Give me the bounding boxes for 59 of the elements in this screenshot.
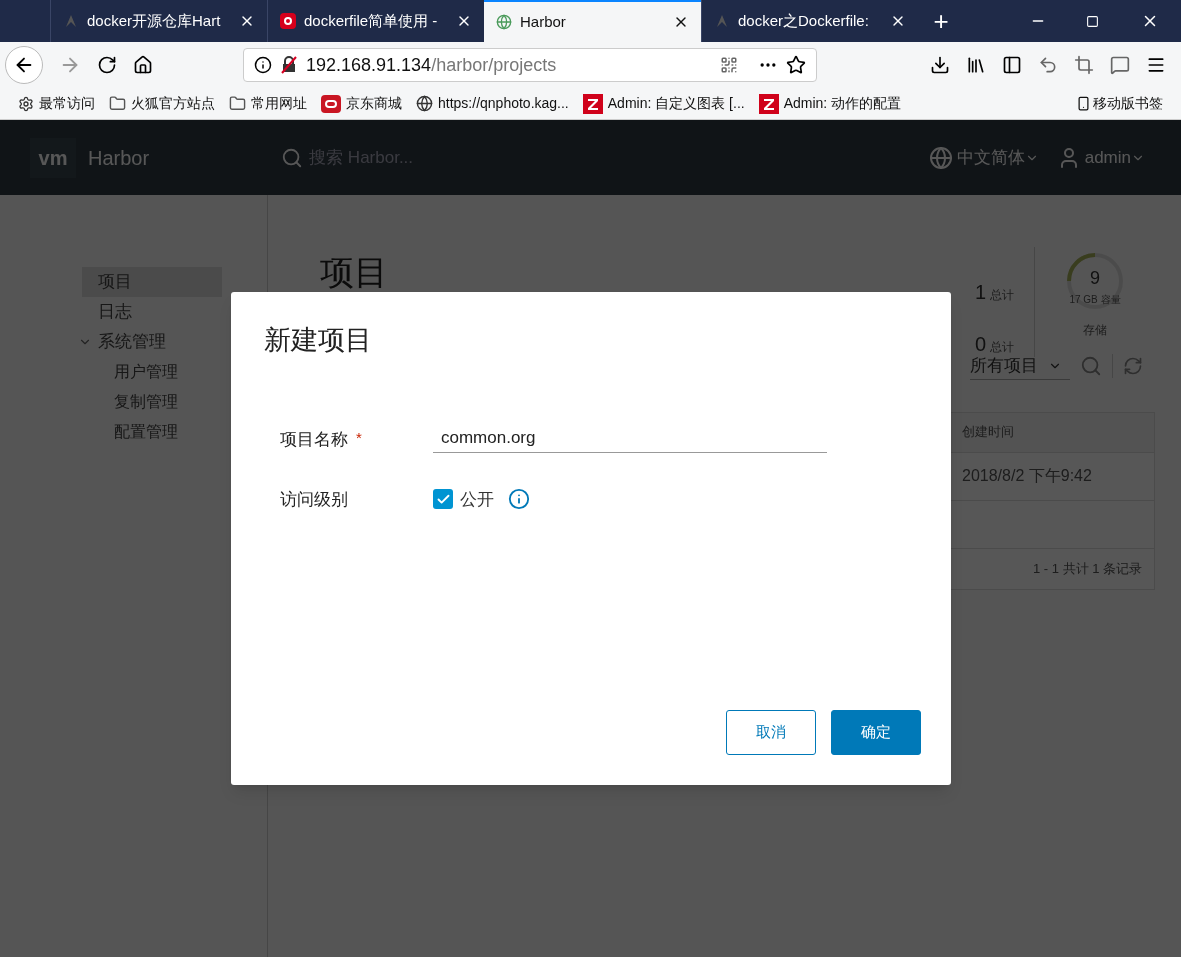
app-name: Harbor — [88, 145, 150, 171]
new-tab-button[interactable]: + — [921, 0, 961, 42]
checkbox-label: 公开 — [460, 488, 494, 511]
reload-icon[interactable] — [97, 55, 117, 75]
phone-icon — [1076, 96, 1091, 111]
bookmark-item[interactable]: 火狐官方站点 — [131, 93, 215, 114]
globe-icon — [496, 14, 512, 30]
bookmark-item[interactable]: https://qnphoto.kag... — [438, 93, 569, 114]
stat-value: 1 — [974, 280, 986, 305]
store-logo-icon — [321, 94, 341, 113]
bookmark-item[interactable]: Admin: 动作的配置 — [783, 93, 902, 114]
z-logo-icon — [582, 93, 603, 114]
library-icon[interactable] — [966, 55, 986, 75]
info-icon[interactable] — [254, 56, 272, 74]
project-name-input[interactable]: common.org — [433, 424, 827, 453]
required-mark: * — [356, 428, 362, 448]
url-text: 192.168.91.134/harbor/projects — [306, 53, 558, 77]
gear-icon — [18, 95, 34, 112]
menu-icon[interactable] — [1146, 55, 1166, 75]
search-icon — [281, 146, 304, 169]
address-bar[interactable]: 192.168.91.134/harbor/projects — [243, 48, 817, 82]
bookmark-item[interactable]: Admin: 自定义图表 [... — [607, 93, 745, 114]
tab-title: Harbor — [520, 11, 567, 32]
tab-title: docker之Dockerfile: — [738, 10, 870, 31]
storage-value: 9 — [1090, 267, 1100, 290]
globe-icon — [928, 145, 953, 170]
star-icon[interactable] — [786, 55, 806, 75]
tab-title: docker开源仓库Hart — [87, 10, 222, 31]
bookmark-item[interactable]: 京东商城 — [346, 93, 402, 114]
qr-code-icon[interactable] — [720, 56, 738, 74]
dialog-title: 新建项目 — [264, 324, 373, 357]
field-label: 项目名称 — [280, 429, 348, 451]
download-icon[interactable] — [930, 55, 950, 75]
cancel-button[interactable]: 取消 — [726, 710, 816, 755]
app-logo-icon — [280, 13, 296, 29]
globe-icon — [416, 95, 433, 112]
maximize-icon[interactable] — [1086, 15, 1099, 28]
storage-gauge — [1065, 251, 1125, 311]
folder-icon — [229, 95, 246, 112]
home-icon[interactable] — [133, 55, 153, 75]
bookmark-item[interactable]: 常用网址 — [251, 93, 307, 114]
tab-title: dockerfile简单使用 - — [304, 10, 439, 31]
undo-icon[interactable] — [1038, 55, 1058, 75]
sidebar-icon[interactable] — [1002, 55, 1022, 75]
page-title: 项目 — [320, 255, 388, 289]
bookmark-item[interactable]: 移动版书签 — [1093, 93, 1163, 114]
crop-icon[interactable] — [1074, 55, 1094, 75]
confirm-button[interactable]: 确定 — [831, 710, 921, 755]
vm-logo: vm — [30, 137, 76, 178]
table-cell-text: 2018/8/2 下午9:42 — [962, 466, 1092, 486]
bookmark-item[interactable]: 最常访问 — [39, 93, 95, 114]
public-checkbox[interactable] — [433, 489, 453, 510]
browser-tab[interactable]: Harbor — [484, 0, 701, 42]
back-button[interactable] — [5, 46, 43, 84]
insecure-lock-icon — [280, 56, 298, 74]
z-logo-icon — [758, 93, 779, 114]
folder-icon — [109, 95, 126, 112]
field-label: 访问级别 — [280, 488, 349, 511]
chat-icon[interactable] — [1110, 55, 1130, 75]
